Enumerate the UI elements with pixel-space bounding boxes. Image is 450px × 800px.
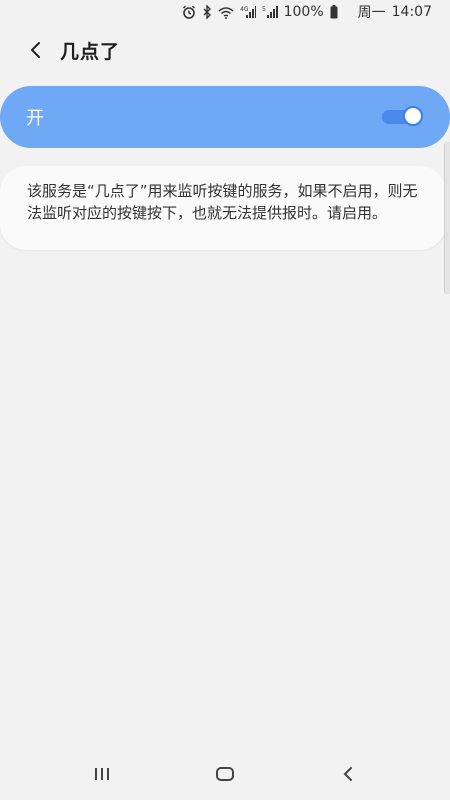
page-title: 几点了 <box>60 40 121 63</box>
back-button[interactable] <box>14 28 58 72</box>
alarm-icon <box>182 4 196 20</box>
bluetooth-icon <box>202 4 212 20</box>
network-label-4g: 4G <box>240 6 249 13</box>
back-icon <box>343 767 353 781</box>
battery-icon <box>330 4 338 20</box>
home-icon <box>215 767 234 781</box>
home-button[interactable] <box>195 754 255 794</box>
status-bar: 4G 5 100% 周一 14:07 <box>0 0 450 24</box>
service-switch[interactable] <box>382 106 423 128</box>
recent-apps-icon <box>94 768 109 780</box>
battery-text: 100% <box>283 4 324 20</box>
signal-5-icon: 5 <box>262 4 278 20</box>
network-label-5: 5 <box>262 6 266 13</box>
clock-text: 14:07 <box>391 4 432 20</box>
nav-back-button[interactable] <box>318 754 378 794</box>
app-header: 几点了 <box>0 28 450 72</box>
chevron-left-icon <box>30 42 40 58</box>
switch-thumb <box>403 106 423 126</box>
weekday-text: 周一 <box>357 5 386 21</box>
description-text: 该服务是“几点了”用来监听按键的服务，如果不启用，则无法监听对应的按键按下，也就… <box>27 182 418 222</box>
navigation-bar <box>0 748 450 800</box>
description-card: 该服务是“几点了”用来监听按键的服务，如果不启用，则无法监听对应的按键按下，也就… <box>0 166 446 250</box>
service-toggle-row[interactable]: 开 <box>0 86 450 148</box>
edge-panel-handle[interactable] <box>444 142 450 294</box>
wifi-icon <box>218 4 234 20</box>
recent-apps-button[interactable] <box>72 754 132 794</box>
signal-4g-icon: 4G <box>240 4 256 20</box>
toggle-label: 开 <box>26 108 44 129</box>
